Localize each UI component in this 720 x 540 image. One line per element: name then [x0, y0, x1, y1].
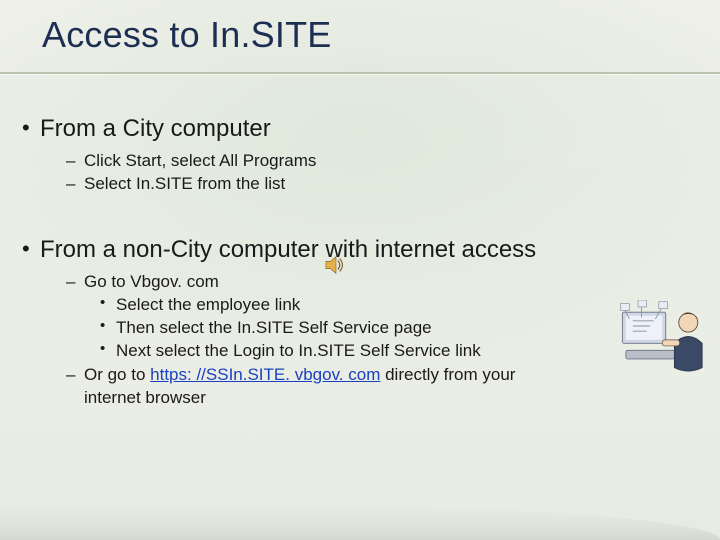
step-bullet: Then select the In.SITE Self Service pag…: [100, 317, 690, 338]
bullet-non-city-computer: From a non-City computer with internet a…: [22, 235, 690, 265]
slide-title: Access to In.SITE: [42, 14, 332, 56]
sub-bullet: Click Start, select All Programs: [66, 150, 690, 171]
person-at-computer-clipart: [620, 300, 708, 378]
step-bullet: Next select the Login to In.SITE Self Se…: [100, 340, 690, 361]
title-divider: [0, 72, 720, 74]
footer-decoration: [0, 506, 720, 540]
sub-bullet: Select In.SITE from the list: [66, 173, 690, 194]
or-prefix: Or go to: [84, 365, 150, 384]
insite-url-link[interactable]: https: //SSIn.SITE. vbgov. com: [150, 365, 380, 384]
slide-body: From a City computer Click Start, select…: [22, 110, 690, 410]
sub-bullet-or-cont: internet browser: [66, 387, 690, 408]
slide: Access to In.SITE From a City computer C…: [0, 0, 720, 540]
sub-bullet-or: Or go to https: //SSIn.SITE. vbgov. com …: [66, 364, 690, 385]
speaker-icon[interactable]: [325, 255, 347, 275]
spacer: [22, 197, 690, 231]
step-bullet: Select the employee link: [100, 294, 690, 315]
sub-bullet-goto: Go to Vbgov. com: [66, 271, 690, 292]
or-suffix: directly from your: [380, 365, 515, 384]
bullet-city-computer: From a City computer: [22, 114, 690, 144]
